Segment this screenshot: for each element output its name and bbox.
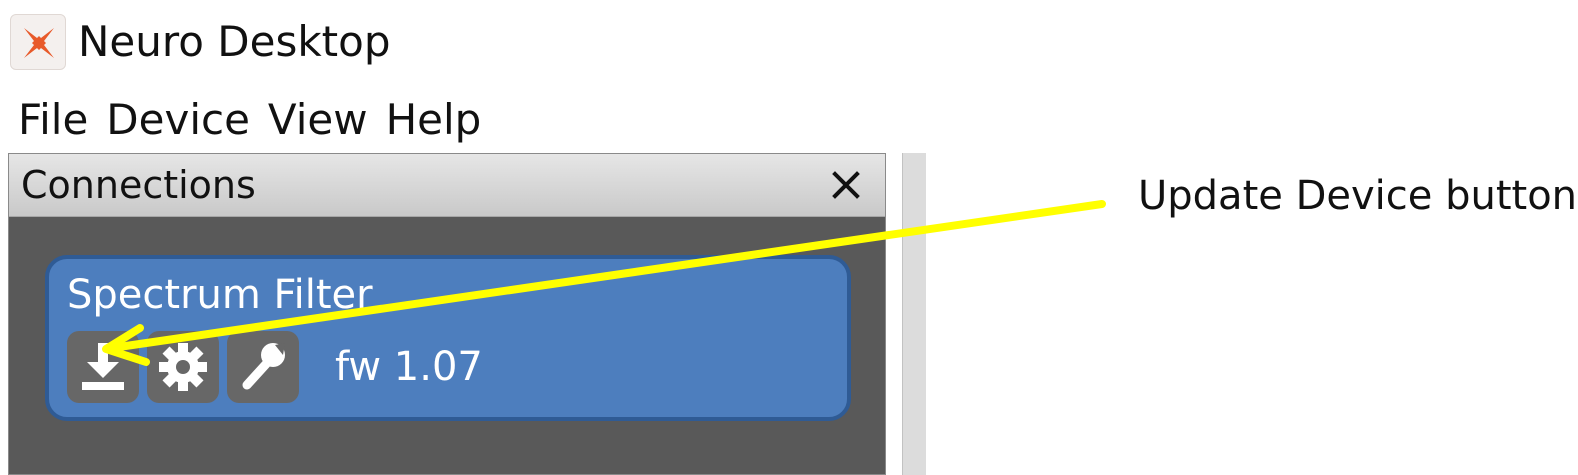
neuro-logo-icon bbox=[10, 14, 66, 70]
menu-help[interactable]: Help bbox=[386, 96, 482, 144]
app-title: Neuro Desktop bbox=[78, 17, 391, 66]
gear-icon bbox=[159, 343, 207, 391]
menu-view[interactable]: View bbox=[268, 96, 368, 144]
menu-device[interactable]: Device bbox=[106, 96, 250, 144]
annotation-label: Update Device button bbox=[1138, 173, 1578, 219]
device-tools-button[interactable] bbox=[227, 331, 299, 403]
screenshot-root: Neuro Desktop File Device View Help Conn… bbox=[0, 0, 1578, 475]
connections-panel: Connections Spectrum Filter fw 1.07 bbox=[8, 153, 886, 475]
menu-file[interactable]: File bbox=[18, 96, 88, 144]
menu-bar: File Device View Help bbox=[18, 94, 499, 146]
firmware-version: fw 1.07 bbox=[335, 344, 483, 390]
connections-panel-header: Connections bbox=[9, 154, 885, 217]
device-settings-button[interactable] bbox=[147, 331, 219, 403]
wrench-icon bbox=[242, 343, 285, 390]
close-icon[interactable] bbox=[829, 168, 863, 202]
side-panel-edge bbox=[902, 153, 926, 475]
download-icon bbox=[82, 343, 124, 390]
update-device-button[interactable] bbox=[67, 331, 139, 403]
connections-panel-title: Connections bbox=[21, 163, 256, 207]
device-name: Spectrum Filter bbox=[67, 272, 373, 318]
device-card[interactable]: Spectrum Filter fw 1.07 bbox=[45, 255, 851, 421]
